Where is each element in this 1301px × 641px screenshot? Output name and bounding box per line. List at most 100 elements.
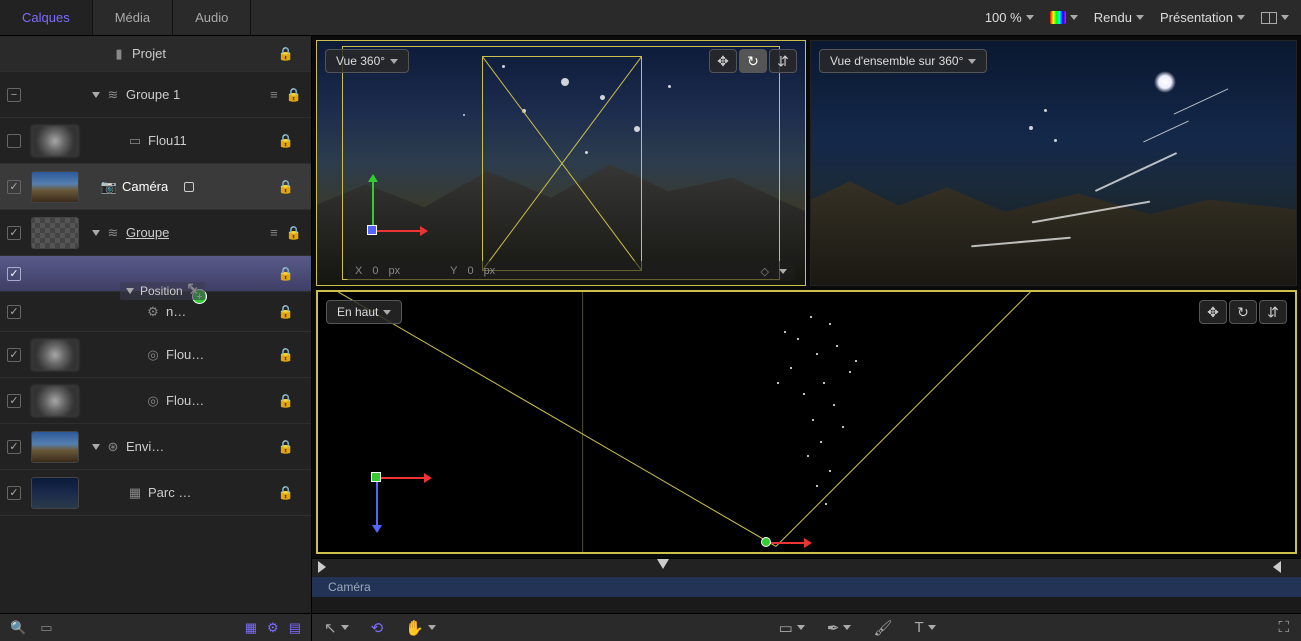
orbit-tool-button[interactable]: ↻ — [739, 49, 767, 73]
playhead-icon[interactable] — [657, 559, 669, 569]
brush-tool-button[interactable]: 🖌 — [873, 619, 892, 637]
lock-icon[interactable]: 🔒 — [278, 485, 294, 501]
layer-blur11[interactable]: ▭Flou11 🔒 — [0, 118, 311, 164]
camera-indicator-icon — [184, 182, 194, 192]
sidebar-tabs: Calques Média Audio — [0, 0, 251, 35]
lock-icon[interactable]: 🔒 — [278, 304, 294, 320]
visibility-checkbox[interactable] — [7, 180, 21, 194]
zoom-dropdown[interactable]: 100 % — [985, 10, 1034, 25]
tab-layers[interactable]: Calques — [0, 0, 93, 35]
coord-unit: px — [388, 265, 400, 277]
layer-group1[interactable]: ≋Groupe 1 ≡🔒 — [0, 72, 311, 118]
timeline-ruler[interactable] — [312, 559, 1301, 577]
chevron-down-icon[interactable] — [779, 269, 787, 274]
disclosure-triangle-icon[interactable] — [92, 444, 100, 450]
visibility-checkbox[interactable] — [7, 88, 21, 102]
search-icon[interactable]: 🔍 — [10, 620, 26, 636]
disclosure-triangle-icon[interactable] — [92, 92, 100, 98]
visibility-checkbox[interactable] — [7, 267, 21, 281]
visibility-checkbox[interactable] — [7, 226, 21, 240]
lock-icon[interactable]: 🔒 — [286, 225, 302, 241]
presentation-label: Présentation — [1160, 10, 1233, 25]
layer-label: Envi… — [126, 439, 164, 454]
filter-icon[interactable]: ▤ — [289, 620, 301, 636]
stack-icon[interactable]: ≡ — [270, 225, 278, 241]
tab-audio[interactable]: Audio — [173, 0, 251, 35]
layer-thumbnail — [31, 217, 79, 249]
orbit-tool-button[interactable]: ↻ — [1229, 300, 1257, 324]
pan-hand-tool-button[interactable]: ✋ — [405, 619, 436, 637]
disclosure-triangle-icon[interactable] — [92, 230, 100, 236]
diamond-icon[interactable]: ◇ — [761, 265, 769, 278]
layout-dropdown[interactable] — [1261, 12, 1289, 24]
text-tool-button[interactable]: T — [914, 619, 935, 636]
presentation-dropdown[interactable]: Présentation — [1160, 10, 1245, 25]
stack-icon[interactable]: ≡ — [270, 87, 278, 103]
lock-icon[interactable]: 🔒 — [278, 393, 294, 409]
layer-label: Flou… — [166, 347, 204, 362]
layer-thumbnail — [31, 431, 79, 463]
behavior-icon[interactable]: ⚙ — [267, 620, 279, 636]
dolly-tool-button[interactable]: ⇵ — [769, 49, 797, 73]
dolly-tool-button[interactable]: ⇵ — [1259, 300, 1287, 324]
visibility-checkbox[interactable] — [7, 440, 21, 454]
coord-x-value[interactable]: 0 — [372, 265, 378, 277]
lock-icon[interactable]: 🔒 — [286, 87, 302, 103]
render-dropdown[interactable]: Rendu — [1094, 10, 1144, 25]
tab-media[interactable]: Média — [93, 0, 173, 35]
fullscreen-button[interactable]: ⛶ — [1278, 619, 1289, 636]
top-view-dropdown[interactable]: En haut — [326, 300, 402, 324]
pan-tool-button[interactable]: ✥ — [709, 49, 737, 73]
layer-environment[interactable]: ⊛Envi… 🔒 — [0, 424, 311, 470]
rainbow-icon — [1050, 11, 1066, 24]
panel-icon[interactable]: ▭ — [40, 620, 52, 636]
color-channel-dropdown[interactable] — [1050, 11, 1078, 24]
render-label: Rendu — [1094, 10, 1132, 25]
lock-icon[interactable]: 🔒 — [278, 266, 294, 282]
3d-transform-tool-button[interactable]: ⟲ — [371, 619, 384, 637]
coord-y-value[interactable]: 0 — [467, 265, 473, 277]
layer-blur-a[interactable]: ◎Flou… 🔒 — [0, 332, 311, 378]
chevron-down-icon — [390, 59, 398, 64]
lock-icon[interactable]: 🔒 — [278, 439, 294, 455]
layer-camera[interactable]: 📷Caméra 🔒 — [0, 164, 311, 210]
viewport-360[interactable]: Vue 360° ✥ ↻ ⇵ X 0 px Y 0 px ◇ — [316, 40, 806, 286]
close-icon: ✕ — [189, 284, 199, 298]
shape-tool-button[interactable]: ▭ — [779, 619, 805, 637]
mask-icon[interactable]: ▦ — [245, 620, 257, 636]
layers-icon: ≋ — [106, 88, 120, 102]
arrow-tool-button[interactable]: ↖ — [324, 619, 349, 637]
visibility-checkbox[interactable] — [7, 305, 21, 319]
overview-mode-dropdown[interactable]: Vue d'ensemble sur 360° — [819, 49, 987, 73]
lock-icon[interactable]: 🔒 — [278, 46, 294, 62]
layer-thumbnail — [31, 125, 79, 157]
viewport-overview[interactable]: Vue d'ensemble sur 360° — [810, 40, 1297, 286]
layer-group[interactable]: ≋Groupe ≡🔒 — [0, 210, 311, 256]
layer-thumbnail — [31, 477, 79, 509]
visibility-checkbox[interactable] — [7, 134, 21, 148]
visibility-checkbox[interactable] — [7, 486, 21, 500]
visibility-checkbox[interactable] — [7, 348, 21, 362]
view-mode-dropdown[interactable]: Vue 360° — [325, 49, 409, 73]
out-point-icon[interactable] — [1273, 561, 1281, 573]
lock-icon[interactable]: 🔒 — [278, 179, 294, 195]
clip-icon: ▦ — [128, 486, 142, 500]
in-point-icon[interactable] — [318, 561, 326, 573]
chevron-down-icon — [383, 310, 391, 315]
layers-sidebar: ▮Projet 🔒 ≋Groupe 1 ≡🔒 ▭Flou11 🔒 📷Caméra… — [0, 36, 312, 641]
pen-tool-button[interactable]: ✒ — [827, 619, 852, 637]
visibility-checkbox[interactable] — [7, 394, 21, 408]
layer-blur-b[interactable]: ◎Flou… 🔒 — [0, 378, 311, 424]
lock-icon[interactable]: 🔒 — [278, 133, 294, 149]
timeline-clip-camera[interactable]: Caméra — [312, 577, 1301, 597]
pan-tool-button[interactable]: ✥ — [1199, 300, 1227, 324]
lock-icon[interactable]: 🔒 — [278, 347, 294, 363]
viewport-top-view[interactable]: En haut ✥ ↻ ⇵ — [316, 290, 1297, 554]
chevron-down-icon — [1136, 15, 1144, 20]
layer-parc[interactable]: ▦Parc … 🔒 — [0, 470, 311, 516]
timeline[interactable]: Caméra — [312, 558, 1301, 613]
layer-label: n… — [166, 304, 186, 319]
overview-label: Vue d'ensemble sur 360° — [830, 54, 963, 68]
layer-project[interactable]: ▮Projet 🔒 — [0, 36, 311, 72]
layer-label: Groupe — [126, 225, 169, 240]
